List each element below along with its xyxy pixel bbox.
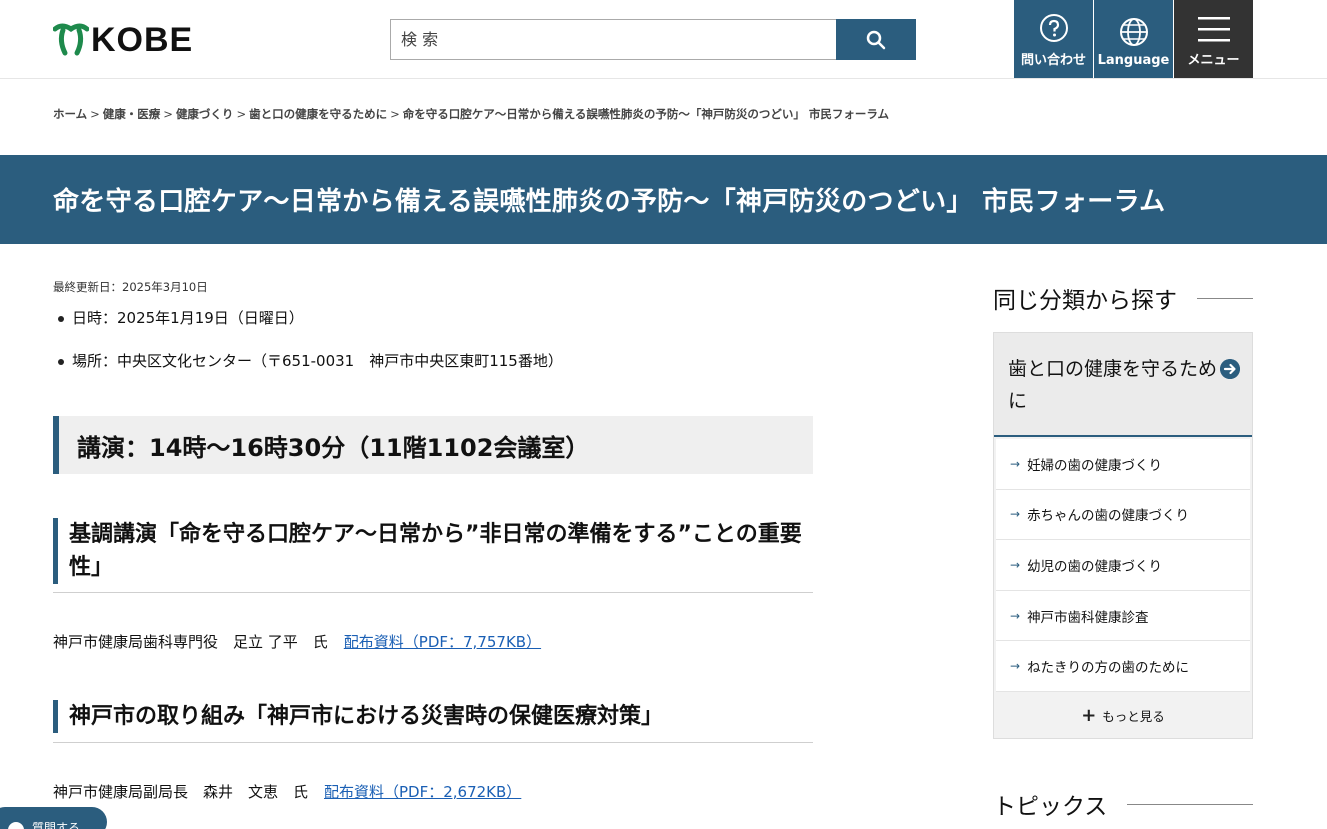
search-button[interactable] [836, 19, 916, 60]
breadcrumb: ホーム > 健康・医療 > 健康づくり > 歯と口の健康を守るために > 命を守る口腔ケア〜日常… [53, 107, 890, 121]
menu-button[interactable]: メニュー [1174, 0, 1253, 78]
breadcrumb-health-medical[interactable]: 健康・医療 [103, 107, 161, 121]
menu-label: メニュー [1187, 53, 1240, 68]
initiative-pdf-link[interactable]: 配布資料（PDF：2,672KB） [324, 783, 521, 801]
speaker-name: 神戸市健康局副局長 森井 文恵 氏 [53, 783, 309, 801]
sidebar-item-dental-checkup[interactable]: → 神戸市歯科健康診査 [996, 591, 1250, 642]
sidebar-item-toddler[interactable]: → 幼児の歯の健康づくり [996, 540, 1250, 591]
event-date: 日時：2025年1月19日（日曜日） [58, 307, 563, 350]
site-header: KOBE 問い合わせ Language メニュー [0, 0, 1327, 79]
title-band: 命を守る口腔ケア〜日常から備える誤嚥性肺炎の予防〜「神戸防災のつどい」 市民フォ… [0, 155, 1327, 244]
contact-button[interactable]: 問い合わせ [1014, 0, 1093, 78]
contact-label: 問い合わせ [1020, 53, 1086, 68]
heading-rule [1197, 297, 1253, 299]
arrow-right-icon: → [1010, 608, 1021, 623]
language-label: Language [1097, 53, 1170, 68]
logo-text: KOBE [91, 21, 194, 59]
breadcrumb-home[interactable]: ホーム [53, 107, 87, 121]
related-category-box: 歯と口の健康を守るために → 妊婦の歯の健康づくり → 赤ちゃんの歯の健康づくり →… [993, 332, 1253, 739]
sidebar-item-bedridden[interactable]: → ねたきりの方の歯のために [996, 641, 1250, 692]
lecture-heading-text: 講演：14時〜16時30分（11階1102会議室） [77, 434, 590, 462]
search-icon [866, 30, 886, 49]
kobe-logo[interactable]: KOBE [53, 22, 193, 58]
category-label: 歯と口の健康を守るために [1008, 358, 1218, 412]
divider [53, 742, 813, 743]
heading-rule [1127, 803, 1253, 805]
arrow-right-icon: → [1010, 456, 1021, 471]
hamburger-icon [1197, 17, 1230, 42]
question-icon [8, 822, 24, 829]
page-title: 命を守る口腔ケア〜日常から備える誤嚥性肺炎の予防〜「神戸防災のつどい」 市民フォ… [53, 187, 1166, 217]
arrow-right-icon: → [1010, 507, 1021, 522]
more-button[interactable]: + もっと見る [994, 691, 1252, 739]
arrow-right-icon: → [1010, 659, 1021, 674]
event-info-list: 日時：2025年1月19日（日曜日） 場所：中央区文化センター（〒651-003… [58, 307, 563, 393]
keynote-heading: 基調講演「命を守る口腔ケア〜日常から”非日常の準備をする”ことの重要性」 [53, 518, 813, 584]
category-link[interactable]: 歯と口の健康を守るために [994, 333, 1252, 437]
arrow-circle-right-icon [1220, 359, 1240, 379]
plus-icon: + [1081, 704, 1097, 726]
related-links: → 妊婦の歯の健康づくり → 赤ちゃんの歯の健康づくり → 幼児の歯の健康づくり → 神… [996, 439, 1250, 692]
keynote-speaker: 神戸市健康局歯科専門役 足立 了平 氏配布資料（PDF：7,757KB） [53, 631, 541, 652]
kobe-emblem-icon [53, 23, 89, 56]
sidebar-item-baby[interactable]: → 赤ちゃんの歯の健康づくり [996, 490, 1250, 541]
divider [53, 592, 813, 593]
last-updated: 最終更新日：2025年3月10日 [53, 280, 208, 294]
breadcrumb-dental-health[interactable]: 歯と口の健康を守るために [249, 107, 387, 121]
event-place: 場所：中央区文化センター（〒651-0031 神戸市中央区東町115番地） [58, 350, 563, 393]
breadcrumb-health-promotion[interactable]: 健康づくり [176, 107, 234, 121]
keynote-pdf-link[interactable]: 配布資料（PDF：7,757KB） [344, 633, 541, 651]
kobe-initiative-heading: 神戸市の取り組み「神戸市における災害時の保健医療対策」 [53, 700, 813, 733]
speaker-name: 神戸市健康局歯科専門役 足立 了平 氏 [53, 633, 328, 651]
search-input[interactable] [390, 19, 837, 60]
arrow-right-icon: → [1010, 557, 1021, 572]
ask-question-button[interactable]: 質問する [0, 807, 107, 829]
lecture-section-heading: 講演：14時〜16時30分（11階1102会議室） [53, 416, 813, 474]
question-icon [1039, 14, 1068, 42]
globe-icon [1119, 18, 1148, 46]
sidebar-item-pregnant[interactable]: → 妊婦の歯の健康づくり [996, 439, 1250, 490]
sidebar-heading: 同じ分類から探す [993, 281, 1253, 315]
initiative-speaker: 神戸市健康局副局長 森井 文恵 氏配布資料（PDF：2,672KB） [53, 781, 521, 802]
topics-heading: トピックス [993, 787, 1253, 821]
breadcrumb-current: 命を守る口腔ケア〜日常から備える誤嚥性肺炎の予防〜「神戸防災のつどい」 市民フォ… [402, 107, 890, 121]
language-button[interactable]: Language [1094, 0, 1173, 78]
